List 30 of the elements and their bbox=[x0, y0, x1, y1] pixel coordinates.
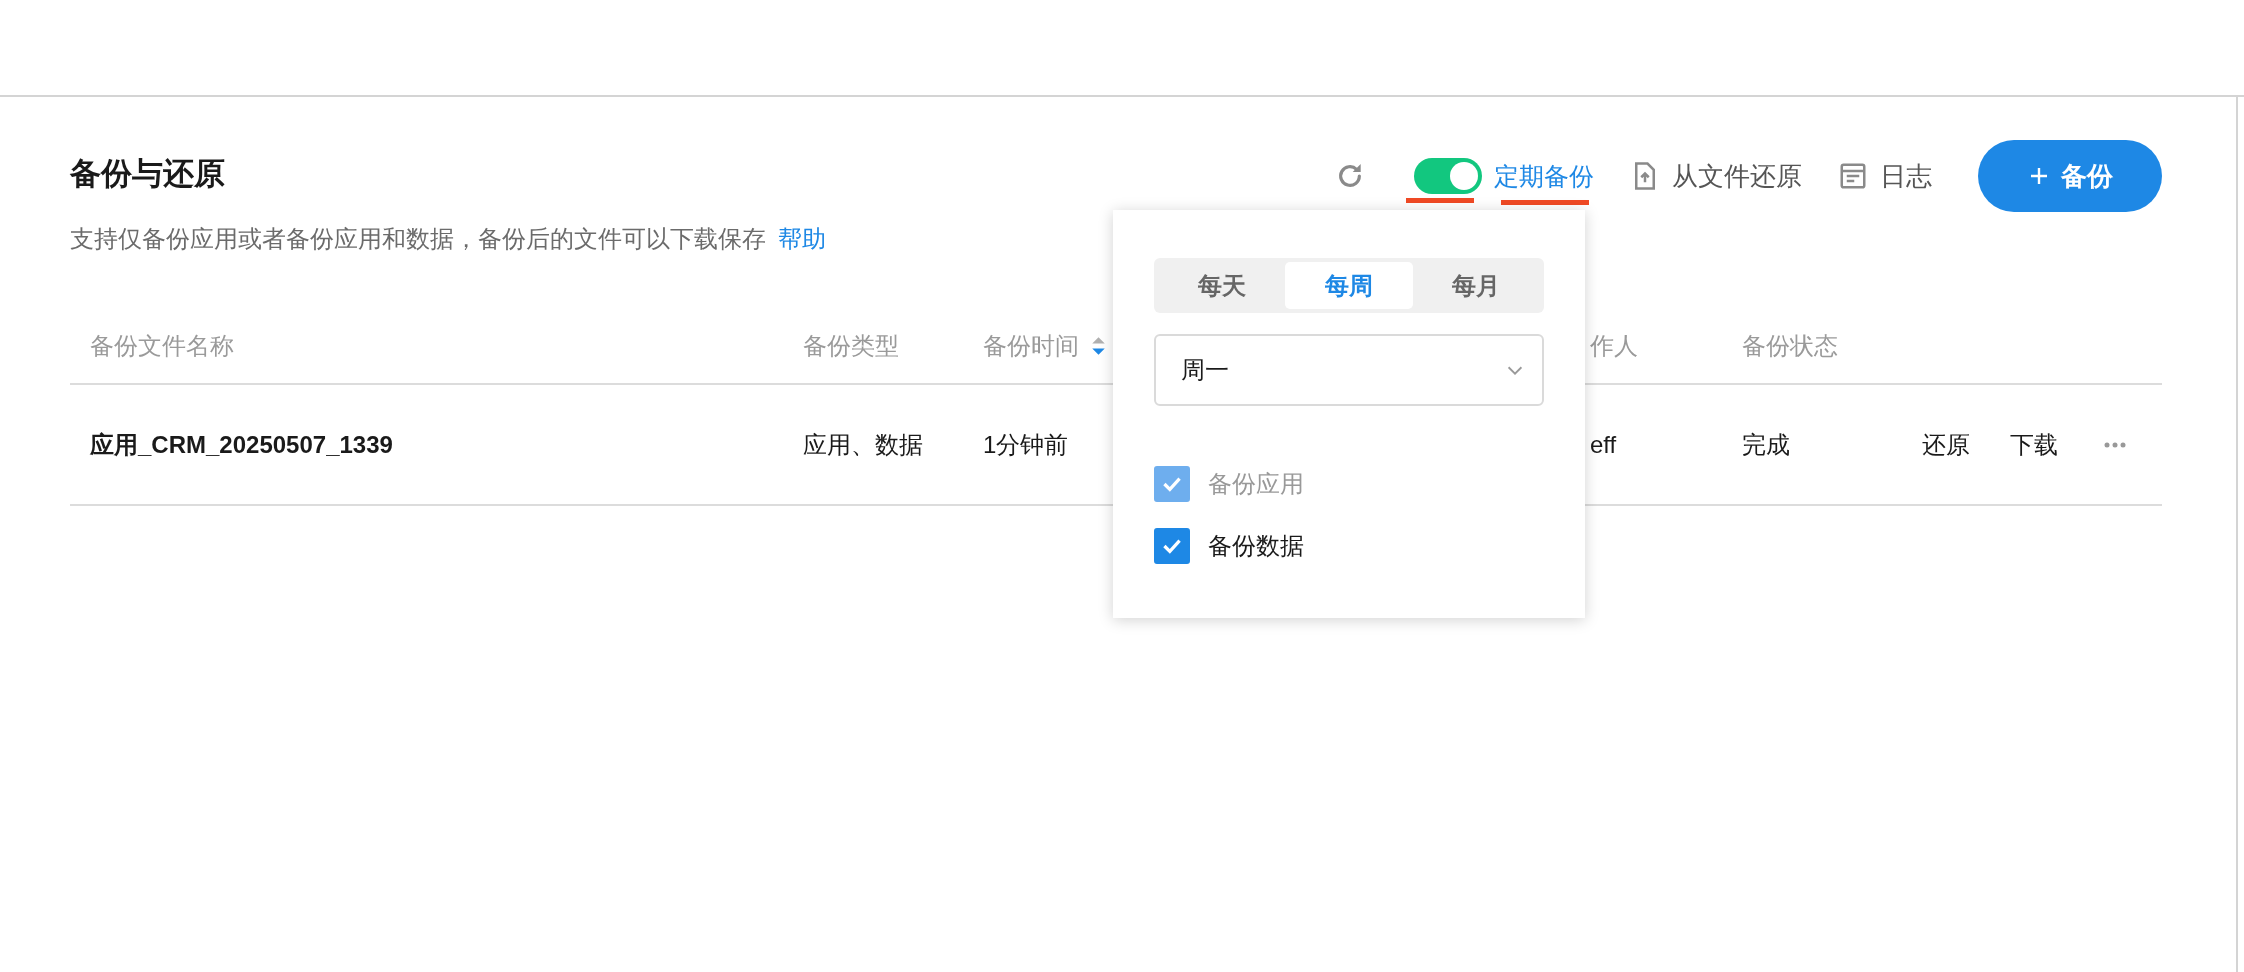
page-description: 支持仅备份应用或者备份应用和数据，备份后的文件可以下载保存 bbox=[70, 224, 766, 254]
frequency-tab[interactable]: 每周 bbox=[1285, 262, 1413, 309]
column-header: 备份类型 bbox=[803, 331, 899, 361]
restore-from-file-link[interactable]: 从文件还原 bbox=[1672, 158, 1802, 194]
table-cell-text: 1分钟前 bbox=[983, 429, 1069, 460]
backup-button[interactable]: 备份 bbox=[1978, 140, 2162, 212]
column-header: 备份时间 bbox=[983, 331, 1079, 361]
column-header: 作人 bbox=[1590, 331, 1638, 361]
table-cell-text: 应用、数据 bbox=[803, 429, 923, 460]
table-cell: eff bbox=[1590, 430, 1617, 459]
more-icon[interactable] bbox=[2104, 441, 2126, 448]
checkbox[interactable] bbox=[1154, 528, 1190, 564]
column-header: 备份状态 bbox=[1742, 331, 1838, 361]
checkbox-label: 备份数据 bbox=[1208, 531, 1304, 561]
day-select[interactable]: 周一 bbox=[1154, 334, 1544, 406]
checkbox-label: 备份应用 bbox=[1208, 469, 1304, 499]
schedule-link[interactable]: 定期备份 bbox=[1494, 159, 1594, 193]
log-icon[interactable] bbox=[1838, 161, 1868, 191]
column-header: 备份文件名称 bbox=[90, 331, 234, 361]
action-link[interactable]: 下载 bbox=[2010, 428, 2058, 461]
sort-icon[interactable] bbox=[1091, 335, 1106, 357]
log-link[interactable]: 日志 bbox=[1880, 158, 1932, 194]
frequency-tab[interactable]: 每天 bbox=[1158, 262, 1286, 309]
toggle-switch[interactable] bbox=[1414, 158, 1482, 194]
file-name: 应用_CRM_20250507_1339 bbox=[90, 429, 393, 460]
table-cell-text: 完成 bbox=[1742, 429, 1790, 460]
action-link[interactable]: 还原 bbox=[1922, 428, 1970, 461]
help-link[interactable]: 帮助 bbox=[778, 223, 826, 255]
frequency-tab[interactable]: 每月 bbox=[1412, 262, 1540, 309]
page-title: 备份与还原 bbox=[70, 155, 226, 193]
